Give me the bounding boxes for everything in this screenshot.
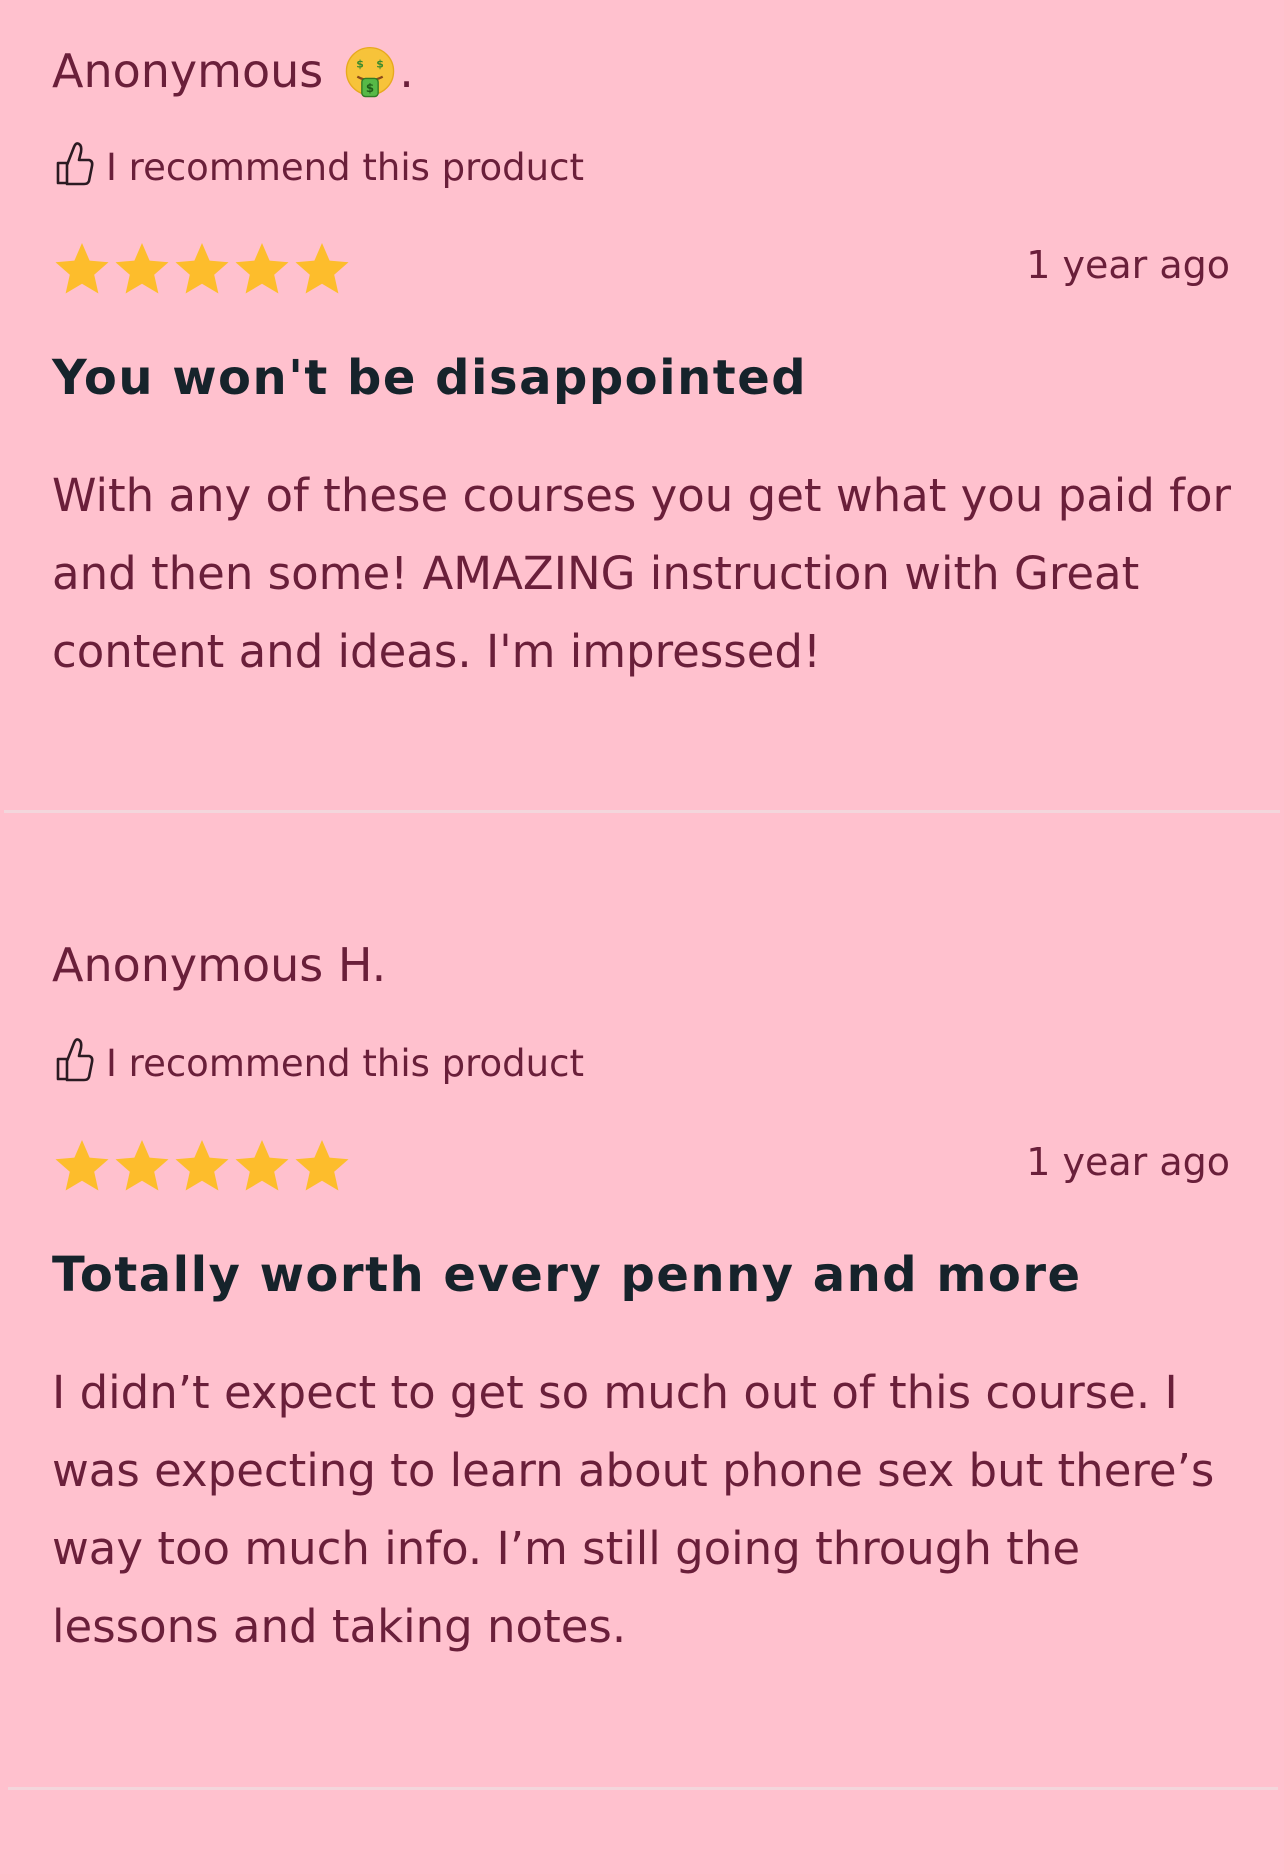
reviewer-name-text: Anonymous [52,44,324,98]
review-date: 1 year ago [1026,243,1230,287]
star-icon [235,1140,289,1191]
star-icon [175,243,229,294]
thumbs-up-icon [56,142,94,186]
review-card: Anonymous H. I recommend this product 1 … [0,813,1284,1790]
review-body: I didn’t expect to get so much out of th… [52,1366,1215,1653]
reviewer-name: Anonymous $ $ $ . [52,42,414,100]
star-icon [115,243,169,294]
review-body: With any of these courses you get what y… [52,469,1232,678]
star-icon [55,1140,109,1191]
recommend-label: I recommend this product [106,1042,584,1085]
star-icon [115,1140,169,1191]
reviewer-name-text: Anonymous H. [52,938,387,992]
thumbs-up-icon [56,1038,94,1082]
star-rating [52,240,352,298]
review-title: Totally worth every penny and more [52,1247,1082,1303]
star-icon [235,243,289,294]
recommend-badge: I recommend this product [54,1038,584,1089]
divider [8,1787,1278,1790]
star-rating [52,1137,352,1195]
review-card: Anonymous $ $ $ . I recommend this produ… [0,0,1284,813]
star-icon [295,1140,349,1191]
money-mouth-face-icon: $ $ $ [345,46,395,98]
reviewer-name-suffix: . [399,44,414,98]
recommend-badge: I recommend this product [54,142,584,193]
star-icon [295,243,349,294]
recommend-label: I recommend this product [106,146,584,189]
svg-text:$: $ [356,58,364,71]
svg-text:$: $ [366,81,374,95]
svg-text:$: $ [376,58,384,71]
review-title: You won't be disappointed [52,350,808,406]
star-icon [175,1140,229,1191]
star-icon [55,243,109,294]
reviewer-name: Anonymous H. [52,937,386,993]
review-date: 1 year ago [1026,1140,1230,1184]
